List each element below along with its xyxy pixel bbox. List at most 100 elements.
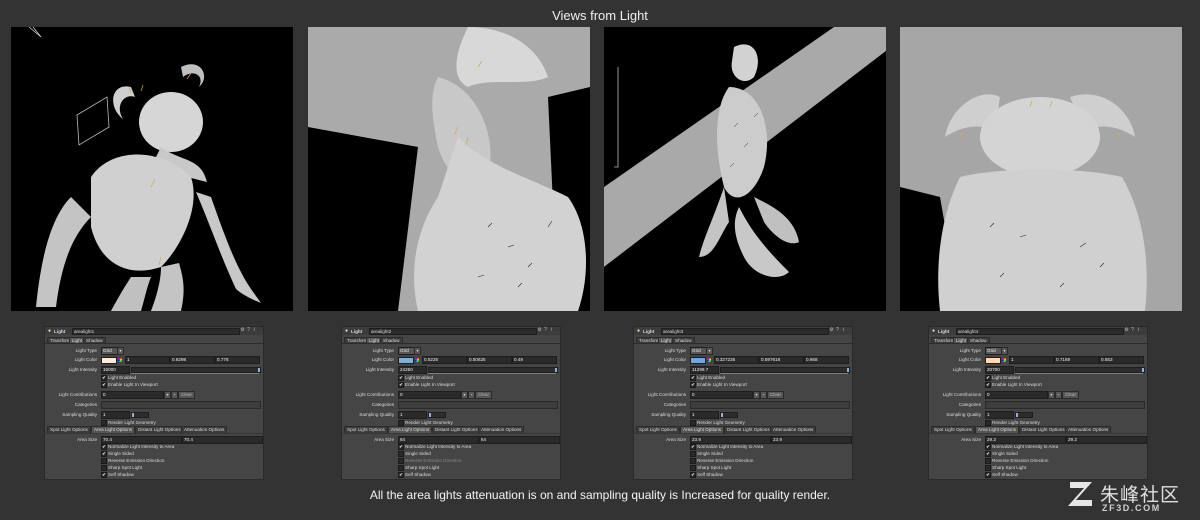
help-icon[interactable]: ?	[543, 328, 548, 333]
info-icon[interactable]: i	[549, 328, 554, 333]
intensity-field[interactable]: 15000	[101, 366, 130, 374]
color-r-field[interactable]: 1	[1009, 356, 1054, 364]
subtab-area-light[interactable]: Area Light Options	[91, 426, 136, 433]
enable-viewport-checkbox[interactable]: ✔	[985, 382, 991, 388]
gear-icon[interactable]: ⚙	[1124, 328, 1129, 333]
subtab-attenuation[interactable]: Attenuation Options	[1065, 426, 1112, 433]
area-size-x-field[interactable]: 64	[398, 436, 479, 444]
color-g-field[interactable]: 0.7169	[1054, 356, 1099, 364]
normalize-intensity-checkbox[interactable]: ✔	[398, 444, 404, 450]
single-sided-checkbox[interactable]	[690, 451, 696, 457]
color-swatch[interactable]	[985, 357, 1001, 364]
chevron-down-icon[interactable]: ▾	[1001, 347, 1008, 355]
intensity-field[interactable]: 20700	[985, 366, 1014, 374]
area-size-y-field[interactable]: 29.2	[1066, 436, 1147, 444]
color-swatch[interactable]	[690, 357, 706, 364]
chevron-down-icon[interactable]: ▾	[753, 391, 760, 399]
node-name-field[interactable]: arealight3	[661, 328, 829, 335]
slider-knob[interactable]	[721, 413, 723, 417]
color-g-field[interactable]: 0.50625	[467, 356, 512, 364]
sampling-slider[interactable]	[720, 412, 738, 418]
contributions-field[interactable]: 0	[398, 391, 461, 399]
add-icon[interactable]: +	[1055, 391, 1062, 399]
help-icon[interactable]: ?	[246, 328, 251, 333]
node-name-field[interactable]: arealight1	[72, 328, 240, 335]
chevron-down-icon[interactable]: ▾	[164, 391, 171, 399]
self-shadow-checkbox[interactable]: ✔	[101, 472, 107, 478]
subtab-spot-light[interactable]: Spot Light Options	[344, 426, 388, 433]
subtab-area-light[interactable]: Area Light Options	[680, 426, 725, 433]
color-wheel-icon[interactable]	[707, 358, 711, 362]
color-b-field[interactable]: 0.553	[1099, 356, 1144, 364]
gear-icon[interactable]: ⚙	[829, 328, 834, 333]
intensity-field[interactable]: 11299.7	[690, 366, 719, 374]
color-wheel-icon[interactable]	[118, 358, 122, 362]
add-icon[interactable]: +	[760, 391, 767, 399]
help-icon[interactable]: ?	[835, 328, 840, 333]
chevron-down-icon[interactable]: ▾	[414, 347, 421, 355]
slider-knob[interactable]	[258, 368, 260, 372]
sampling-quality-field[interactable]: 1	[690, 411, 719, 419]
slider-knob[interactable]	[555, 368, 557, 372]
area-size-x-field[interactable]: 70.4	[101, 436, 182, 444]
color-g-field[interactable]: 0.8298	[170, 356, 215, 364]
sharp-spot-checkbox[interactable]	[101, 465, 107, 471]
sampling-quality-field[interactable]: 1	[398, 411, 427, 419]
categories-field[interactable]	[398, 401, 558, 409]
chevron-down-icon[interactable]: ▾	[117, 347, 124, 355]
reverse-emission-checkbox[interactable]	[398, 458, 404, 464]
normalize-intensity-checkbox[interactable]: ✔	[985, 444, 991, 450]
self-shadow-checkbox[interactable]: ✔	[690, 472, 696, 478]
clear-button[interactable]: Clear	[475, 391, 492, 399]
chevron-down-icon[interactable]: ▾	[706, 347, 713, 355]
normalize-intensity-checkbox[interactable]: ✔	[101, 444, 107, 450]
sampling-quality-field[interactable]: 1	[985, 411, 1014, 419]
sampling-slider[interactable]	[131, 412, 149, 418]
node-name-field[interactable]: arealight2	[369, 328, 537, 335]
reverse-emission-checkbox[interactable]	[690, 458, 696, 464]
sampling-quality-field[interactable]: 1	[101, 411, 130, 419]
subtab-area-light[interactable]: Area Light Options	[975, 426, 1020, 433]
sampling-slider[interactable]	[428, 412, 446, 418]
help-icon[interactable]: ?	[1130, 328, 1135, 333]
area-size-y-field[interactable]: 64	[479, 436, 560, 444]
subtab-attenuation[interactable]: Attenuation Options	[181, 426, 228, 433]
slider-knob[interactable]	[132, 413, 134, 417]
area-size-y-field[interactable]: 70.4	[182, 436, 263, 444]
color-b-field[interactable]: 0.49	[512, 356, 557, 364]
area-size-x-field[interactable]: 23.9	[690, 436, 771, 444]
subtab-distant-light[interactable]: Distant Light Options	[135, 426, 184, 433]
self-shadow-checkbox[interactable]: ✔	[985, 472, 991, 478]
light-enabled-checkbox[interactable]: ✔	[398, 375, 404, 381]
slider-knob[interactable]	[1142, 368, 1144, 372]
info-icon[interactable]: i	[252, 328, 257, 333]
contributions-field[interactable]: 0	[985, 391, 1048, 399]
area-size-y-field[interactable]: 23.9	[771, 436, 852, 444]
color-swatch[interactable]	[101, 357, 117, 364]
chevron-down-icon[interactable]: ▾	[461, 391, 468, 399]
sharp-spot-checkbox[interactable]	[985, 465, 991, 471]
categories-field[interactable]	[690, 401, 850, 409]
contributions-field[interactable]: 0	[101, 391, 164, 399]
categories-field[interactable]	[985, 401, 1145, 409]
intensity-field[interactable]: 24250	[398, 366, 427, 374]
light-type-select[interactable]: Grid	[398, 347, 415, 355]
info-icon[interactable]: i	[1136, 328, 1141, 333]
color-g-field[interactable]: 0.597618	[759, 356, 804, 364]
subtab-distant-light[interactable]: Distant Light Options	[724, 426, 773, 433]
info-icon[interactable]: i	[841, 328, 846, 333]
color-r-field[interactable]: 1	[125, 356, 170, 364]
color-swatch[interactable]	[398, 357, 414, 364]
light-enabled-checkbox[interactable]: ✔	[101, 375, 107, 381]
add-icon[interactable]: +	[468, 391, 475, 399]
color-b-field[interactable]: 0.778	[215, 356, 260, 364]
color-r-field[interactable]: 0.5225	[422, 356, 467, 364]
slider-knob[interactable]	[429, 413, 431, 417]
subtab-spot-light[interactable]: Spot Light Options	[636, 426, 680, 433]
single-sided-checkbox[interactable]: ✔	[985, 451, 991, 457]
add-icon[interactable]: +	[171, 391, 178, 399]
chevron-down-icon[interactable]: ▾	[1048, 391, 1055, 399]
sharp-spot-checkbox[interactable]	[690, 465, 696, 471]
color-r-field[interactable]: 0.327236	[714, 356, 759, 364]
subtab-attenuation[interactable]: Attenuation Options	[770, 426, 817, 433]
